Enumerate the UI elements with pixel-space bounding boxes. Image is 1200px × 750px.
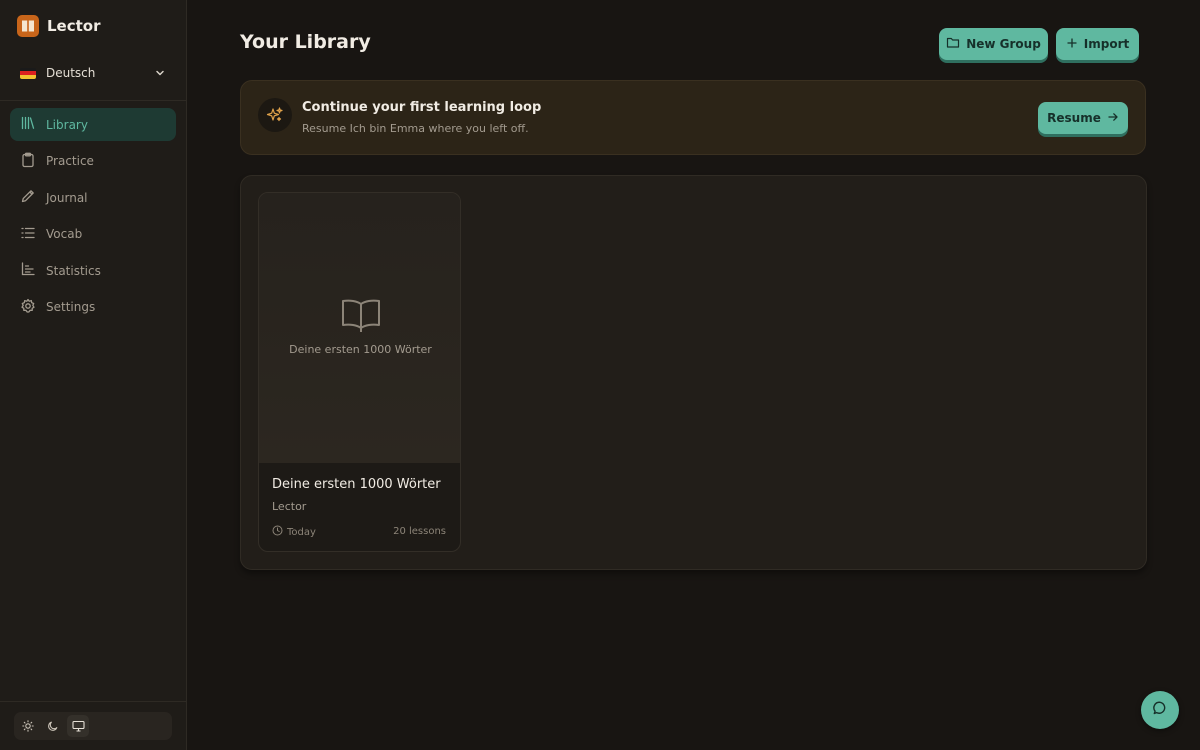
sidebar-item-label: Practice: [46, 154, 94, 169]
sidebar-item-practice[interactable]: Practice: [10, 145, 176, 178]
arrow-right-icon: [1107, 111, 1119, 126]
monitor-icon: [71, 717, 85, 736]
sidebar-item-library[interactable]: Library: [10, 108, 176, 141]
sidebar-nav: Library Practice Journal Vocab Statistic…: [10, 108, 176, 328]
light-mode-button[interactable]: [17, 715, 39, 737]
sidebar-item-vocab[interactable]: Vocab: [10, 218, 176, 251]
sidebar-item-label: Settings: [46, 300, 96, 315]
sidebar-item-label: Journal: [46, 190, 88, 205]
clock-icon: [272, 525, 283, 539]
book-card[interactable]: Deine ersten 1000 Wörter Deine ersten 10…: [258, 192, 461, 552]
moon-icon: [47, 717, 59, 736]
sidebar-item-label: Statistics: [46, 263, 101, 278]
sidebar-divider: [0, 100, 187, 101]
cover-title: Deine ersten 1000 Wörter: [289, 343, 432, 356]
plus-icon: [1066, 37, 1078, 52]
sidebar: Lector Deutsch Library Practice Journal …: [0, 0, 187, 750]
list-icon: [20, 225, 36, 244]
germany-flag-icon: [20, 67, 36, 79]
logo-icon: [17, 15, 39, 37]
folder-icon: [946, 36, 960, 52]
pencil-icon: [20, 188, 36, 207]
bar-chart-icon: [20, 261, 36, 280]
book-title: Deine ersten 1000 Wörter: [272, 477, 441, 492]
sparkles-icon: [258, 98, 292, 132]
banner-title: Continue your first learning loop: [302, 100, 542, 115]
page-title: Your Library: [240, 31, 371, 53]
sun-icon: [22, 717, 34, 736]
sidebar-item-settings[interactable]: Settings: [10, 291, 176, 324]
library-icon: [20, 115, 36, 134]
continue-banner: Continue your first learning loop Resume…: [240, 80, 1146, 155]
dark-mode-button[interactable]: [42, 715, 64, 737]
clipboard-icon: [20, 152, 36, 171]
open-book-icon: [341, 297, 381, 337]
resume-label: Resume: [1047, 111, 1101, 125]
book-cover: Deine ersten 1000 Wörter: [259, 193, 460, 463]
new-group-label: New Group: [966, 37, 1041, 51]
language-select[interactable]: Deutsch: [12, 60, 174, 86]
system-mode-button[interactable]: [67, 715, 89, 737]
import-label: Import: [1083, 37, 1130, 51]
app-name: Lector: [47, 17, 101, 35]
theme-switcher: [14, 712, 172, 740]
sidebar-item-journal[interactable]: Journal: [10, 181, 176, 214]
book-date: Today: [272, 525, 316, 539]
chat-bubble-icon: [1152, 700, 1168, 720]
sidebar-item-label: Library: [46, 117, 88, 132]
sidebar-item-label: Vocab: [46, 227, 83, 242]
gear-icon: [20, 298, 36, 317]
brand[interactable]: Lector: [17, 15, 101, 37]
banner-subtitle: Resume Ich bin Emma where you left off.: [302, 122, 529, 135]
book-date-label: Today: [287, 526, 316, 538]
chat-button[interactable]: [1141, 691, 1179, 729]
sidebar-item-statistics[interactable]: Statistics: [10, 254, 176, 287]
import-button[interactable]: Import: [1056, 28, 1139, 60]
language-label: Deutsch: [46, 66, 96, 80]
book-lessons: 20 lessons: [393, 526, 446, 537]
chevron-down-icon: [154, 64, 166, 83]
new-group-button[interactable]: New Group: [939, 28, 1048, 60]
sidebar-bottom-divider: [0, 701, 187, 702]
resume-button[interactable]: Resume: [1038, 102, 1128, 134]
book-author: Lector: [272, 500, 307, 513]
